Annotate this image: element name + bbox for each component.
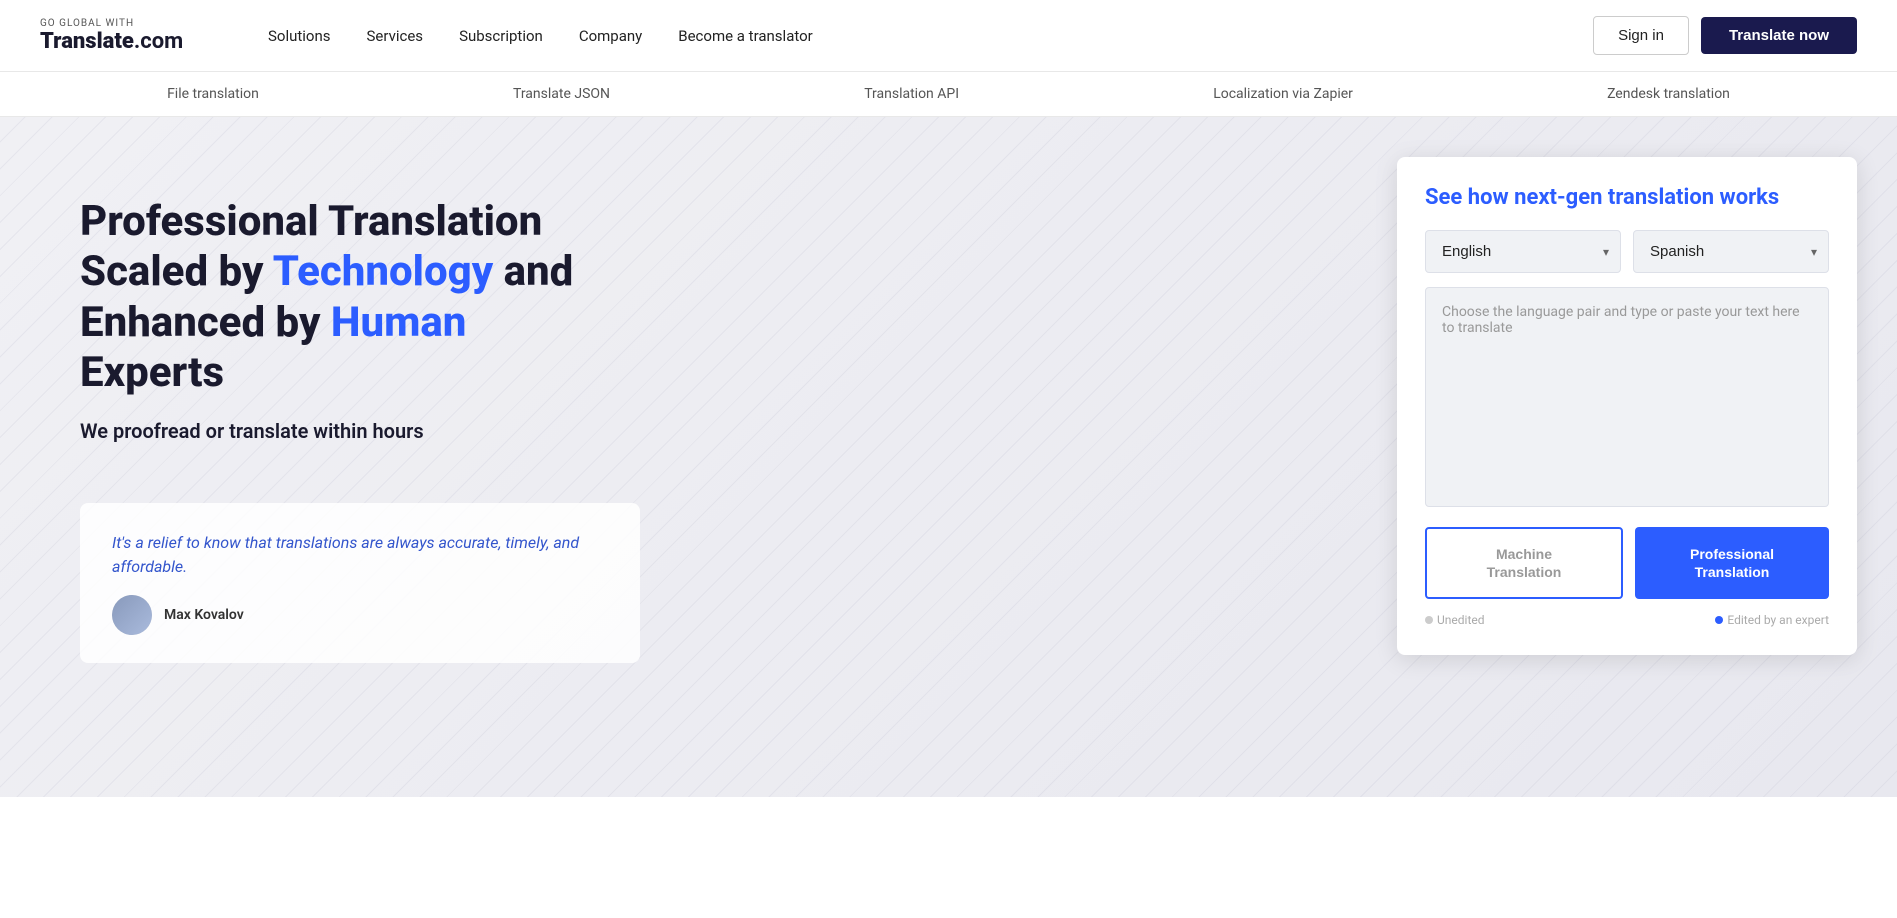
machine-translation-button[interactable]: MachineTranslation (1425, 527, 1623, 599)
nav-become-translator[interactable]: Become a translator (678, 27, 813, 45)
main-nav: Solutions Services Subscription Company … (268, 27, 1593, 45)
nav-company[interactable]: Company (579, 27, 642, 45)
unedited-label: Unedited (1437, 613, 1485, 627)
hero-title: Professional Translation Scaled by Techn… (80, 197, 660, 399)
edited-label: Edited by an expert (1727, 613, 1829, 627)
translation-type-buttons: MachineTranslation ProfessionalTranslati… (1425, 527, 1829, 599)
author-name: Max Kovalov (164, 607, 244, 623)
testimonial-box: It's a relief to know that translations … (80, 503, 640, 663)
nav-subscription[interactable]: Subscription (459, 27, 543, 45)
avatar (112, 595, 152, 635)
nav-solutions[interactable]: Solutions (268, 27, 331, 45)
hero-title-part6: Experts (80, 348, 224, 397)
sub-nav-file-translation[interactable]: File translation (167, 86, 259, 102)
widget-title: See how next-gen translation works (1425, 185, 1829, 210)
source-language-select[interactable]: English French German Italian Portuguese (1425, 230, 1621, 273)
logo-com: com (140, 29, 183, 54)
professional-translation-button[interactable]: ProfessionalTranslation (1635, 527, 1829, 599)
hero-title-part2: Scaled by (80, 247, 273, 296)
hero-title-part1: Professional Translation (80, 197, 542, 246)
sub-nav-localization-zapier[interactable]: Localization via Zapier (1213, 86, 1353, 102)
translate-now-button[interactable]: Translate now (1701, 17, 1857, 54)
sub-nav-translate-json[interactable]: Translate JSON (513, 86, 610, 102)
footer-unedited: Unedited (1425, 613, 1485, 627)
hero-right: See how next-gen translation works Engli… (1377, 117, 1897, 797)
target-language-select[interactable]: Spanish French German Italian Portuguese (1633, 230, 1829, 273)
edited-dot-icon (1715, 616, 1723, 624)
hero-title-part3: and (493, 247, 573, 296)
nav-services[interactable]: Services (367, 27, 424, 45)
translation-widget: See how next-gen translation works Engli… (1397, 157, 1857, 655)
professional-translation-label: ProfessionalTranslation (1690, 546, 1774, 580)
target-lang-wrapper: Spanish French German Italian Portuguese… (1633, 230, 1829, 273)
translation-input[interactable] (1425, 287, 1829, 507)
signin-button[interactable]: Sign in (1593, 16, 1689, 55)
widget-footer: Unedited Edited by an expert (1425, 613, 1829, 627)
unedited-dot-icon (1425, 616, 1433, 624)
header-actions: Sign in Translate now (1593, 16, 1857, 55)
hero-left: Professional Translation Scaled by Techn… (0, 117, 1377, 797)
hero-title-part4: Enhanced by (80, 298, 331, 347)
testimonial-author: Max Kovalov (112, 595, 608, 635)
logo-main: Translate.com (40, 29, 220, 54)
sub-nav-translation-api[interactable]: Translation API (864, 86, 959, 102)
avatar-image (112, 595, 152, 635)
sub-nav: File translation Translate JSON Translat… (0, 72, 1897, 117)
sub-nav-zendesk-translation[interactable]: Zendesk translation (1607, 86, 1730, 102)
hero-subtitle: We proofread or translate within hours (80, 419, 1317, 443)
hero-title-highlight1: Technology (273, 247, 494, 296)
source-lang-wrapper: English French German Italian Portuguese… (1425, 230, 1621, 273)
hero-section: Professional Translation Scaled by Techn… (0, 117, 1897, 797)
footer-edited: Edited by an expert (1715, 613, 1829, 627)
header: GO GLOBAL WITH Translate.com Solutions S… (0, 0, 1897, 72)
logo-area: GO GLOBAL WITH Translate.com (40, 18, 220, 54)
logo-tagline: GO GLOBAL WITH (40, 18, 220, 29)
logo-name: Translate (40, 29, 134, 54)
testimonial-text: It's a relief to know that translations … (112, 531, 608, 579)
hero-title-highlight2: Human (331, 298, 467, 347)
machine-translation-label: MachineTranslation (1487, 546, 1562, 580)
language-selectors: English French German Italian Portuguese… (1425, 230, 1829, 273)
